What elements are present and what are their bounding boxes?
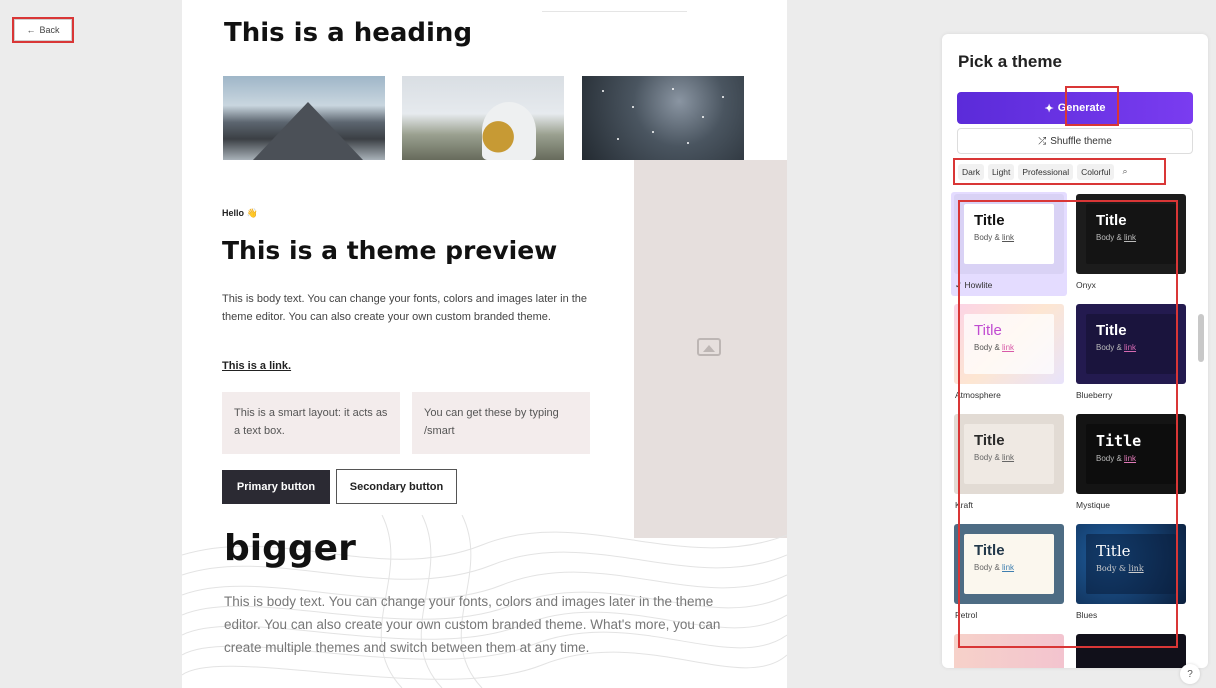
theme-grid: Title Body & link ✓ Howlite Title Body &…: [951, 192, 1195, 668]
generate-button[interactable]: ✦ Generate: [957, 92, 1193, 124]
back-label: Back: [39, 25, 60, 35]
theme-card-atmosphere[interactable]: Title Body & link: [954, 304, 1064, 384]
generate-label: Generate: [1057, 102, 1106, 114]
body-text: This is body text. You can change your f…: [222, 293, 588, 323]
hello-text: Hello 👋: [222, 208, 258, 218]
sample-link[interactable]: This is a link.: [222, 360, 291, 372]
theme-name: Blueberry: [1076, 390, 1113, 400]
theme-preview-canvas: This is a heading Hello 👋 This is a them…: [182, 0, 787, 688]
theme-name: ✓ Howlite: [955, 280, 993, 290]
theme-preview-heading: This is a theme preview: [222, 236, 558, 265]
secondary-button-sample[interactable]: Secondary button: [336, 469, 457, 504]
theme-card-blueberry[interactable]: Title Body & link: [1076, 304, 1186, 384]
sparkle-icon: ✦: [1044, 102, 1054, 115]
theme-card-onyx[interactable]: Title Body & link: [1076, 194, 1186, 274]
primary-button-sample[interactable]: Primary button: [222, 470, 330, 504]
help-button[interactable]: ?: [1180, 664, 1200, 684]
filter-colorful[interactable]: Colorful: [1077, 164, 1115, 180]
panel-title: Pick a theme: [958, 52, 1062, 71]
smart-layout-box: This is a smart layout: it acts as a tex…: [222, 392, 400, 454]
arrow-left-icon: ←: [26, 25, 36, 35]
body-text-large: This is body text. You can change your f…: [224, 594, 721, 655]
preview-heading: This is a heading: [224, 18, 473, 48]
bigger-heading: bigger: [224, 528, 356, 569]
theme-card-mystique[interactable]: Title Body & link: [1076, 414, 1186, 494]
theme-name: Mystique: [1076, 500, 1111, 510]
night-sky-image: [582, 76, 744, 160]
theme-card-howlite[interactable]: Title Body & link: [954, 194, 1064, 274]
filter-light[interactable]: Light: [987, 164, 1015, 180]
theme-name: Petrol: [955, 610, 978, 620]
theme-picker-panel: Pick a theme ✦ Generate ⤮ Shuffle theme …: [942, 34, 1208, 668]
image-placeholder-icon: [697, 338, 721, 356]
theme-card-partial[interactable]: [1076, 634, 1186, 668]
astronaut-image: [402, 76, 564, 160]
filter-professional[interactable]: Professional: [1018, 164, 1074, 180]
shuffle-label: Shuffle theme: [1050, 135, 1112, 147]
divider: [542, 8, 687, 12]
search-icon[interactable]: ⌕: [1118, 164, 1131, 180]
shuffle-theme-button[interactable]: ⤮ Shuffle theme: [957, 128, 1193, 154]
wave-icon: 👋: [246, 208, 258, 218]
theme-card-blues[interactable]: Title Body & link: [1076, 524, 1186, 604]
filter-dark[interactable]: Dark: [958, 164, 984, 180]
scrollbar-thumb[interactable]: [1198, 314, 1204, 362]
back-button[interactable]: ← Back: [14, 19, 72, 41]
theme-name: Kraft: [955, 500, 973, 510]
theme-name: Onyx: [1076, 280, 1096, 290]
theme-card-partial[interactable]: [954, 634, 1064, 668]
smart-layout-box: You can get these by typing /smart: [412, 392, 590, 454]
theme-name: Blues: [1076, 610, 1098, 620]
theme-card-petrol[interactable]: Title Body & link: [954, 524, 1064, 604]
shuffle-icon: ⤮: [1038, 135, 1047, 147]
mountain-image: [223, 76, 385, 160]
theme-filters: Dark Light Professional Colorful ⌕: [958, 164, 1132, 180]
theme-name: Atmosphere: [955, 390, 1001, 400]
theme-card-kraft[interactable]: Title Body & link: [954, 414, 1064, 494]
